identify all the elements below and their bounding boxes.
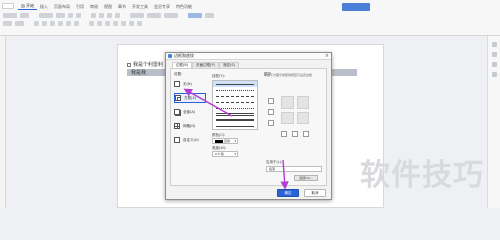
justify-icon[interactable] [113, 21, 118, 26]
none-icon [174, 81, 180, 87]
bullet-list-icon[interactable] [91, 13, 96, 18]
backup-pane-icon[interactable] [492, 72, 497, 77]
properties-pane-icon[interactable] [492, 62, 497, 67]
preview-hint: 单击下方图示或使用按钮可设置边框 [264, 73, 313, 77]
chevron-down-icon: ▾ [234, 152, 236, 156]
tab-section[interactable]: 章节 [115, 3, 129, 10]
line-style-thin[interactable] [213, 123, 257, 129]
file-menu-button[interactable] [2, 3, 14, 9]
font-size-select[interactable] [56, 13, 65, 18]
tab-developer[interactable]: 开发工具 [129, 3, 151, 10]
center-border-button[interactable] [292, 131, 298, 137]
options-button[interactable]: 选项(O)... [294, 175, 318, 181]
cancel-button[interactable]: 取消 [304, 189, 326, 197]
shrink-font-icon[interactable] [76, 13, 81, 18]
apply-to-select[interactable]: 段落 [266, 166, 322, 172]
font-color-icon[interactable] [74, 21, 79, 26]
style-normal[interactable] [130, 13, 144, 18]
ribbon-toolbar: 开始 插入 页面布局 引用 审阅 视图 章节 开发工具 会员专享 特色功能 [0, 0, 500, 36]
strikethrough-icon[interactable] [58, 21, 63, 26]
middle-border-button[interactable] [268, 109, 274, 115]
paste-button[interactable] [3, 13, 17, 18]
tab-view[interactable]: 视图 [101, 3, 115, 10]
paragraph-marker-icon [127, 62, 131, 67]
bold-icon[interactable] [34, 21, 39, 26]
chevron-down-icon: ▾ [234, 139, 236, 143]
style-pane-icon[interactable] [492, 42, 497, 47]
line-style-list[interactable] [212, 80, 258, 130]
dialog-title: 边框和底纹 [174, 53, 194, 58]
cut-button[interactable] [20, 13, 29, 18]
ribbon-tabs: 开始 插入 页面布局 引用 审阅 视图 章节 开发工具 会员专享 特色功能 [18, 3, 195, 10]
search-command-box[interactable] [342, 3, 370, 11]
bottom-border-button[interactable] [268, 120, 274, 126]
line-spacing-icon[interactable] [121, 21, 126, 26]
apply-to-label: 应用于(L): [266, 160, 283, 164]
align-left-icon[interactable] [89, 21, 94, 26]
find-replace-button[interactable] [205, 13, 214, 18]
copy-button[interactable] [3, 21, 12, 26]
tab-insert[interactable]: 插入 [37, 3, 51, 10]
tab-references[interactable]: 引用 [73, 3, 87, 10]
color-swatch [215, 139, 223, 143]
tab-home[interactable]: 开始 [18, 3, 37, 10]
setting-grid[interactable]: 网格(D) [174, 121, 206, 131]
watermark-text: 软件技巧 [360, 158, 484, 193]
selected-text: 我是我 [131, 70, 147, 76]
grid-icon [174, 123, 180, 129]
vertical-ruler [0, 36, 6, 208]
outdent-icon[interactable] [107, 13, 112, 18]
indent-icon[interactable] [115, 13, 120, 18]
style-heading-1[interactable] [147, 13, 161, 18]
document-line[interactable]: 我是个利雷利 [127, 61, 163, 68]
border-preview[interactable] [281, 96, 309, 124]
tab-review[interactable]: 审阅 [87, 3, 101, 10]
tab-page-layout[interactable]: 页面布局 [51, 3, 73, 10]
new-style-button[interactable] [188, 13, 202, 18]
style-heading-2[interactable] [164, 13, 178, 18]
all-borders-icon [174, 109, 180, 115]
home-tab-icon [21, 4, 25, 8]
ribbon-commands [3, 12, 497, 34]
settings-label: 设置: [174, 72, 183, 76]
setting-all[interactable]: 全部(A) [174, 107, 206, 117]
superscript-icon[interactable] [66, 21, 71, 26]
setting-custom[interactable]: 自定义(U) [174, 135, 206, 145]
setting-none[interactable]: 无(N) [174, 79, 206, 89]
numbered-list-icon[interactable] [99, 13, 104, 18]
setting-box[interactable]: 方框(X) [174, 93, 206, 103]
align-right-icon[interactable] [105, 21, 110, 26]
top-border-button[interactable] [268, 98, 274, 104]
borders-shading-dialog: 边框和底纹 × 边框(B) 页面边框(P) 底纹(S) 设置: 无(N) 方框(… [165, 52, 332, 200]
italic-icon[interactable] [42, 21, 47, 26]
align-center-icon[interactable] [97, 21, 102, 26]
width-select[interactable]: 0.5 磅 ▾ [212, 151, 238, 157]
app-icon [168, 54, 172, 58]
custom-border-icon [174, 137, 180, 143]
close-icon[interactable]: × [325, 53, 329, 60]
dialog-titlebar: 边框和底纹 × [166, 53, 331, 60]
underline-icon[interactable] [50, 21, 55, 26]
format-painter-button[interactable] [15, 21, 24, 26]
ok-button[interactable]: 确定 [277, 189, 299, 197]
grow-font-icon[interactable] [68, 13, 73, 18]
color-select[interactable]: 自动 ▾ [212, 138, 238, 144]
borders-icon[interactable] [137, 21, 142, 26]
tab-member[interactable]: 会员专享 [151, 3, 173, 10]
left-border-button[interactable] [281, 131, 287, 137]
shading-icon[interactable] [129, 21, 134, 26]
line-style-label: 线型(Y): [212, 74, 226, 78]
box-icon [175, 95, 181, 101]
document-text: 我是个利雷利 [133, 62, 164, 68]
select-pane-icon[interactable] [492, 52, 497, 57]
tab-features[interactable]: 特色功能 [173, 3, 195, 10]
right-task-pane [487, 36, 500, 208]
font-name-select[interactable] [39, 13, 53, 18]
right-border-button[interactable] [303, 131, 309, 137]
